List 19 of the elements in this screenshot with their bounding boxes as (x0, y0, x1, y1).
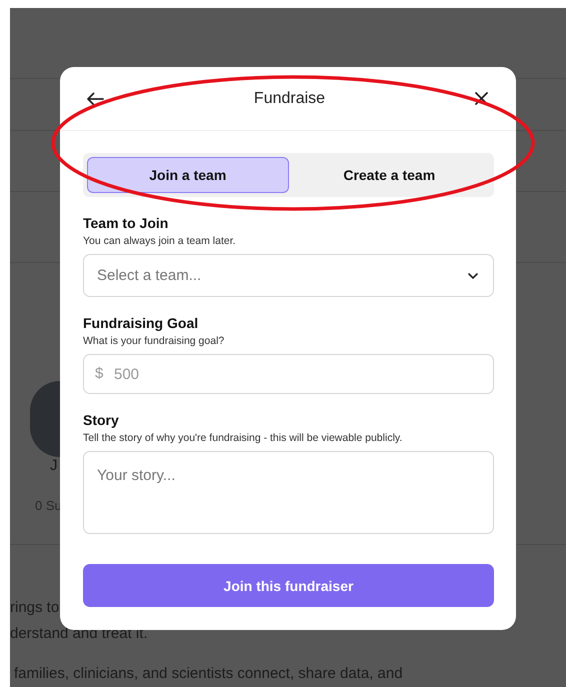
join-fundraiser-button[interactable]: Join this fundraiser (83, 564, 494, 607)
back-arrow-icon[interactable] (86, 92, 104, 106)
field-label: Story (83, 412, 119, 428)
dialog-title: Fundraise (254, 90, 326, 108)
team-select[interactable]: Select a team... (83, 254, 494, 297)
field-label: Team to Join (83, 215, 168, 231)
chevron-down-icon (468, 272, 478, 278)
field-hint: What is your fundraising goal? (83, 335, 224, 347)
currency-symbol: $ (95, 365, 104, 382)
profile-name: J (50, 457, 58, 476)
field-hint: Tell the story of why you're fundraising - this will be viewable publicly. (83, 432, 402, 444)
story-text-area[interactable]: Your story... (83, 451, 494, 534)
field-label: Fundraising Goal (83, 315, 198, 331)
close-icon[interactable] (475, 92, 488, 105)
team-mode-tab[interactable]: Create a team (288, 157, 490, 193)
field-hint: You can always join a team later. (83, 235, 236, 247)
paragraph-line: families, clinicians, and scientists connect, share data, and (13, 664, 403, 684)
paragraph-line: rings to (10, 598, 60, 618)
team-mode-tab[interactable]: Join a team (87, 157, 288, 193)
